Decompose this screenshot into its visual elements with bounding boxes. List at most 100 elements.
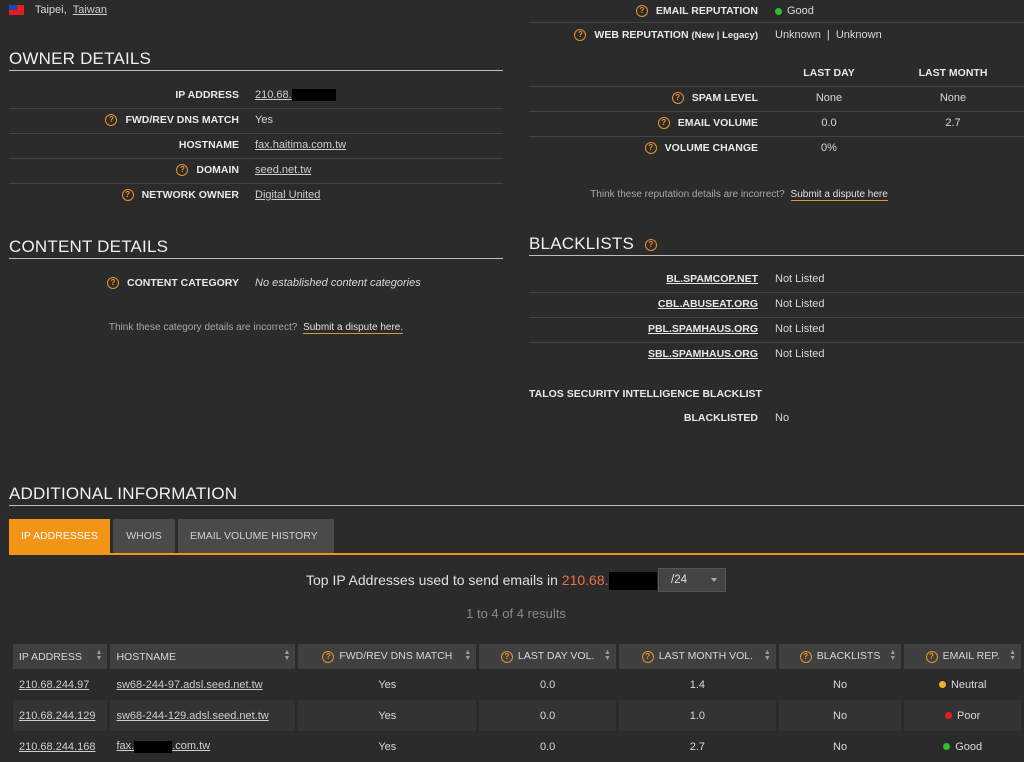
table-row: 210.68.244.168 fax. .com.tw Yes 0.0 2.7 N…	[13, 731, 1021, 762]
help-icon[interactable]: ?	[500, 650, 513, 663]
web-reputation-row: ? WEB REPUTATION (New | Legacy) Unknown |…	[529, 23, 1024, 48]
content-details-title: CONTENT DETAILS	[9, 237, 169, 256]
sort-icon: ▲ ▼	[464, 649, 472, 662]
row-hostname-link[interactable]: fax. .com.tw	[116, 740, 210, 753]
help-icon[interactable]: ?	[644, 142, 657, 155]
subnet-select[interactable]: /24	[658, 568, 726, 592]
col-hostname[interactable]: HOSTNAME ▲ ▼	[110, 644, 296, 669]
help-icon[interactable]: ?	[322, 650, 335, 663]
col-label: IP ADDRESS	[19, 650, 82, 663]
col-blacklists[interactable]: ? BLACKLISTS ▲ ▼	[778, 644, 902, 669]
row-dns: Yes	[378, 740, 397, 753]
ip-addresses-table: IP ADDRESS ▲ ▼ HOSTNAME ▲ ▼ ? FWD/REV DNS MAT…	[10, 644, 1024, 762]
tab-ip-addresses[interactable]: IP ADDRESSES	[9, 519, 110, 553]
row-email-rep: Good	[955, 740, 983, 753]
col-last-month: LAST MONTH	[918, 67, 988, 79]
content-dispute-link[interactable]: Submit a dispute here.	[303, 322, 404, 334]
web-reputation-suffix: (New | Legacy)	[691, 30, 758, 41]
additional-info-title: ADDITIONAL INFORMATION	[9, 484, 238, 503]
col-label: EMAIL REP.	[942, 650, 1000, 663]
talos-row: BLACKLISTED No	[529, 406, 1024, 431]
row-hostname-link[interactable]: sw68-244-97.adsl.seed.net.tw	[116, 679, 262, 691]
blacklist-name-link[interactable]: BL.SPAMCOP.NET	[666, 273, 758, 285]
table-row: 210.68.244.129 sw68-244-129.adsl.seed.ne…	[13, 700, 1021, 731]
reputation-dispute-link[interactable]: Submit a dispute here	[790, 189, 888, 201]
tab-email-volume-history[interactable]: EMAIL VOLUME HISTORY	[178, 519, 334, 553]
owner-details-rule	[9, 70, 503, 71]
help-icon[interactable]: ?	[121, 189, 134, 202]
owner-ip-link[interactable]: 210.68.	[255, 89, 292, 101]
help-icon[interactable]: ?	[799, 650, 812, 663]
web-reputation-separator: |	[826, 29, 830, 41]
owner-hostname-link[interactable]: fax.haitima.com.tw	[255, 139, 346, 151]
owner-domain-link[interactable]: seed.net.tw	[255, 164, 311, 176]
row-ip-link[interactable]: 210.68.244.97	[19, 679, 89, 691]
blacklist-status: Not Listed	[775, 348, 825, 360]
row-hostname-link[interactable]: sw68-244-129.adsl.seed.net.tw	[116, 710, 268, 722]
help-icon[interactable]: ?	[925, 650, 938, 663]
blacklist-name-link[interactable]: PBL.SPAMHAUS.ORG	[648, 323, 758, 335]
volume-change-row: ? VOLUME CHANGE 0%	[529, 136, 1024, 161]
talos-title: TALOS SECURITY INTELLIGENCE BLACKLIST	[529, 388, 762, 400]
top-ips-heading: Top IP Addresses used to send emails in …	[306, 570, 657, 591]
row-month-vol: 1.0	[618, 700, 776, 731]
neutral-status-dot-icon	[938, 681, 946, 689]
content-dispute-text: Think these category details are incorre…	[108, 322, 298, 333]
blacklist-name-link[interactable]: SBL.SPAMHAUS.ORG	[648, 348, 758, 360]
row-dns: Yes	[298, 700, 477, 731]
row-month-vol: 2.7	[689, 740, 705, 753]
location: Taipei, Taiwan	[9, 3, 107, 17]
spam-level-row: ? SPAM LEVEL None None	[529, 86, 1024, 112]
location-country-link[interactable]: Taiwan	[73, 4, 107, 16]
email-volume-month: 2.7	[945, 117, 961, 129]
volume-change-day: 0%	[821, 142, 837, 154]
help-icon[interactable]: ?	[574, 29, 587, 42]
talos-label: BLACKLISTED	[683, 412, 758, 424]
chevron-down-icon	[711, 578, 717, 582]
col-label: HOSTNAME	[116, 650, 176, 663]
row-ip-link[interactable]: 210.68.244.129	[19, 710, 95, 722]
sort-icon: ▲ ▼	[763, 649, 771, 662]
help-icon[interactable]: ?	[641, 650, 654, 663]
help-icon[interactable]: ?	[671, 92, 684, 105]
col-label: FWD/REV DNS MATCH	[339, 650, 453, 663]
row-dns: Yes	[378, 678, 397, 691]
top-ips-text: Top IP Addresses used to send emails in	[306, 572, 558, 588]
tab-whois[interactable]: WHOIS	[113, 519, 175, 553]
owner-row-hostname: HOSTNAME fax.haitima.com.tw	[9, 133, 503, 159]
blacklist-name-link[interactable]: CBL.ABUSEAT.ORG	[658, 298, 758, 310]
owner-network-link[interactable]: Digital United	[255, 189, 320, 201]
volume-change-label: VOLUME CHANGE	[664, 142, 758, 154]
sort-icon: ▲ ▼	[1009, 649, 1016, 662]
owner-row-domain: ? DOMAIN seed.net.tw	[9, 158, 503, 184]
help-icon[interactable]: ?	[635, 5, 648, 18]
content-row-category: ? CONTENT CATEGORY No established content…	[9, 271, 503, 296]
help-icon[interactable]: ?	[105, 114, 118, 127]
content-label-category: CONTENT CATEGORY	[127, 277, 239, 289]
col-ip-address[interactable]: IP ADDRESS ▲ ▼	[13, 644, 108, 669]
col-last-month-vol[interactable]: ? LAST MONTH VOL. ▲ ▼	[618, 644, 776, 669]
row-ip-link[interactable]: 210.68.244.168	[19, 741, 95, 753]
owner-row-ip: IP ADDRESS 210.68.	[9, 83, 503, 109]
help-icon[interactable]: ?	[644, 239, 657, 251]
taiwan-flag-icon	[9, 5, 24, 16]
redaction	[291, 89, 336, 102]
help-icon[interactable]: ?	[176, 164, 189, 177]
col-label: LAST MONTH VOL.	[658, 650, 754, 663]
row-blacklists: No	[833, 678, 848, 691]
location-city: Taipei,	[34, 4, 67, 16]
col-email-rep[interactable]: ? EMAIL REP. ▲ ▼	[904, 644, 1021, 669]
blacklist-row: PBL.SPAMHAUS.ORG Not Listed	[529, 317, 1024, 343]
email-volume-row: ? EMAIL VOLUME 0.0 2.7	[529, 111, 1024, 137]
help-icon[interactable]: ?	[107, 277, 119, 290]
blacklists-rule	[529, 255, 1024, 256]
email-volume-label: EMAIL VOLUME	[677, 117, 758, 129]
web-reputation-new: Unknown	[775, 29, 821, 41]
content-details-rule	[9, 258, 503, 259]
col-last-day-vol[interactable]: ? LAST DAY VOL. ▲ ▼	[479, 644, 616, 669]
col-last-day: LAST DAY	[803, 67, 855, 79]
col-dns-match[interactable]: ? FWD/REV DNS MATCH ▲ ▼	[298, 644, 477, 669]
poor-status-dot-icon	[945, 712, 953, 720]
row-day-vol: 0.0	[539, 678, 556, 691]
help-icon[interactable]: ?	[657, 117, 670, 130]
